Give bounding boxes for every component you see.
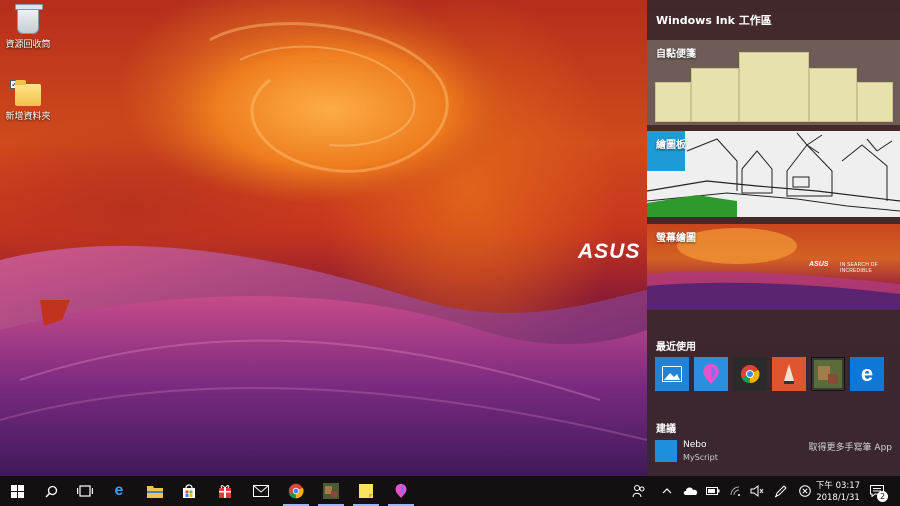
asus-wallpaper-logo: ASUS xyxy=(578,240,641,263)
card-label: 自黏便箋 xyxy=(656,49,696,60)
recycle-bin-icon xyxy=(15,4,43,34)
taskbar-file-explorer[interactable] xyxy=(138,476,172,506)
people-button[interactable] xyxy=(628,476,650,506)
sticky-notes-icon xyxy=(359,484,373,498)
windows-ink-tray-button[interactable] xyxy=(770,476,792,506)
recent-app-photos[interactable] xyxy=(655,357,689,391)
taskbar-gift[interactable] xyxy=(208,476,242,506)
card-label: 螢幕繪圖 xyxy=(656,233,696,244)
battery-tray[interactable] xyxy=(702,476,724,506)
start-button[interactable] xyxy=(0,476,34,506)
people-icon xyxy=(632,485,645,498)
chevron-up-icon xyxy=(662,488,672,494)
desktop-icon-new-folder[interactable]: 新增資料夾 xyxy=(0,78,56,122)
screen-preview-asus-logo: ASUS xyxy=(809,261,829,268)
taskbar-paint3d[interactable] xyxy=(384,476,418,506)
chrome-icon xyxy=(741,365,760,384)
suggested-app-publisher: MyScript xyxy=(683,453,718,462)
sticky-note-preview xyxy=(857,82,893,122)
notification-count-badge: 2 xyxy=(877,491,888,502)
sketchpad-card[interactable]: 繪圖板 xyxy=(647,131,900,217)
taskbar-clock[interactable]: 下午 03:17 2018/1/31 xyxy=(812,480,864,504)
suggest-heading: 建議 xyxy=(656,424,676,435)
paint3d-icon xyxy=(703,364,719,384)
edge-icon: e xyxy=(114,482,124,499)
windows-ink-workspace-panel: Windows Ink 工作區 自黏便箋 繪圖板 螢幕繪圖 ASUS IN SE… xyxy=(647,0,900,476)
recent-app-edge[interactable]: e xyxy=(850,357,884,391)
desktop-icon-label: 資源回收筒 xyxy=(5,40,51,50)
gift-icon xyxy=(219,485,231,498)
desktop-icon-recycle-bin[interactable]: 資源回收筒 xyxy=(0,4,56,50)
sticky-note-preview xyxy=(655,82,691,122)
battery-icon xyxy=(706,487,720,495)
paint3d-icon xyxy=(395,484,407,498)
volume-tray[interactable] xyxy=(746,476,768,506)
recent-app-image-viewer[interactable] xyxy=(811,357,845,391)
suggested-app-name[interactable]: Nebo xyxy=(683,440,707,450)
recent-app-paint3d[interactable] xyxy=(694,357,728,391)
file-explorer-icon xyxy=(147,485,163,498)
taskbar-chrome[interactable] xyxy=(279,476,313,506)
taskbar: e 下午 03:17 2018/1/31 2 xyxy=(0,476,900,506)
search-icon xyxy=(44,485,57,498)
recent-apps-row: e xyxy=(655,357,884,391)
store-icon xyxy=(183,484,195,498)
recent-app-sketchbook[interactable] xyxy=(772,357,806,391)
sticky-note-preview xyxy=(691,68,739,122)
taskbar-image-viewer[interactable] xyxy=(314,476,348,506)
volume-muted-icon xyxy=(750,485,764,497)
clock-time: 下午 03:17 xyxy=(815,481,861,491)
task-view-button[interactable] xyxy=(68,476,102,506)
clock-date: 2018/1/31 xyxy=(816,493,860,503)
nebo-app-icon[interactable] xyxy=(655,440,677,462)
folder-icon xyxy=(15,80,41,106)
image-thumbnail-icon xyxy=(814,360,842,388)
desktop-icon-label: 新增資料夾 xyxy=(5,112,51,122)
show-hidden-icons-button[interactable] xyxy=(656,476,678,506)
wifi-icon xyxy=(730,486,740,496)
image-viewer-icon xyxy=(323,483,339,499)
onedrive-tray[interactable] xyxy=(680,476,702,506)
screen-preview-tagline: IN SEARCH OF INCREDIBLE xyxy=(840,262,878,274)
task-view-icon xyxy=(77,485,93,497)
screen-sketch-card[interactable]: 螢幕繪圖 ASUS IN SEARCH OF INCREDIBLE xyxy=(647,224,900,310)
sticky-note-preview xyxy=(809,68,857,122)
taskbar-edge[interactable]: e xyxy=(102,476,136,506)
panel-title: Windows Ink 工作區 xyxy=(656,14,772,27)
sticky-note-preview xyxy=(739,52,809,122)
onedrive-cloud-icon xyxy=(683,487,698,495)
start-windows-icon xyxy=(10,484,24,498)
taskbar-sticky-notes[interactable] xyxy=(349,476,383,506)
recent-heading: 最近使用 xyxy=(656,342,696,353)
chrome-icon xyxy=(288,483,304,499)
edge-icon: e xyxy=(860,361,874,386)
sticky-notes-card[interactable]: 自黏便箋 xyxy=(647,40,900,125)
card-label: 繪圖板 xyxy=(656,140,686,151)
search-button[interactable] xyxy=(34,476,68,506)
mail-icon xyxy=(253,485,269,497)
photos-icon xyxy=(662,366,682,382)
close-circle-icon xyxy=(799,485,811,497)
recent-app-chrome[interactable] xyxy=(733,357,767,391)
network-tray[interactable] xyxy=(725,476,747,506)
sketchbook-icon xyxy=(784,364,794,384)
taskbar-mail[interactable] xyxy=(244,476,278,506)
pen-icon xyxy=(774,485,787,498)
get-more-pen-apps-link[interactable]: 取得更多手寫筆 App xyxy=(809,440,892,453)
taskbar-store[interactable] xyxy=(172,476,206,506)
